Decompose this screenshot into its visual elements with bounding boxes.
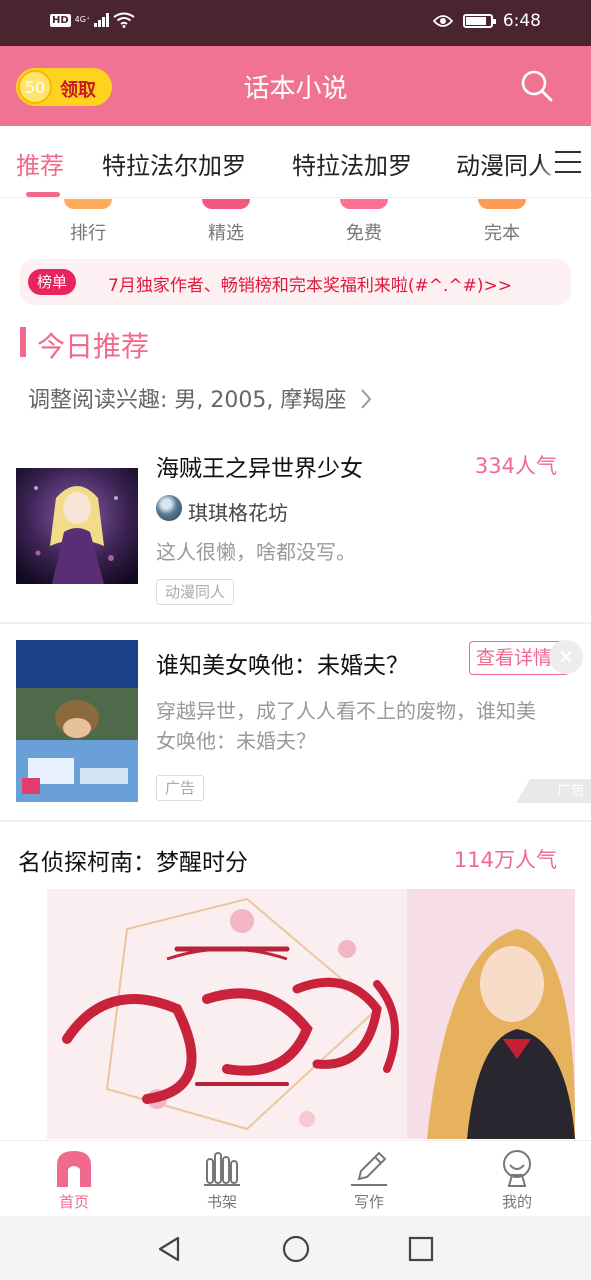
status-left: HD 4G⁺ (50, 12, 135, 28)
battery-icon (462, 14, 496, 28)
ad-description-line2: 女唤他：未婚夫？ (156, 729, 316, 753)
book-title: 海贼王之异世界少女 (156, 456, 363, 482)
system-navigation (0, 1216, 591, 1280)
category-ranking[interactable]: 排行 (38, 199, 138, 245)
tab-anime-fanfic[interactable]: 动漫同人 (456, 146, 552, 181)
nav-bookshelf[interactable]: 书架 (172, 1149, 272, 1212)
section-title: 今日推荐 (37, 330, 150, 363)
category-label: 排行 (70, 223, 106, 244)
tab-trafalgar[interactable]: 特拉法加罗 (292, 146, 412, 181)
nav-label: 写作 (353, 1193, 384, 1211)
book-description: 这人很懒，啥都没写。 (156, 540, 356, 564)
featured-book-popularity: 114万人气 (453, 848, 557, 872)
featured-book-title: 名侦探柯南：梦醒时分 (18, 850, 248, 876)
nav-label: 我的 (501, 1193, 532, 1211)
home-icon (57, 1151, 91, 1187)
category-label: 免费 (346, 223, 382, 244)
ad-corner-mark: 广告 (516, 779, 591, 803)
bookshelf-icon (204, 1152, 240, 1186)
hd-badge: HD (50, 13, 71, 27)
section-accent-bar (20, 327, 26, 357)
completed-icon (478, 199, 526, 209)
wifi-icon (113, 12, 135, 28)
divider (0, 622, 591, 624)
free-icon (340, 199, 388, 209)
app-title: 话本小说 (243, 74, 348, 104)
pencil-icon (351, 1151, 387, 1186)
active-tab-indicator (26, 192, 60, 197)
tab-trafalgar-law[interactable]: 特拉法尔加罗 (102, 146, 246, 181)
ad-description-line1: 穿越异世，成了人人看不上的废物，谁知美 (156, 699, 536, 723)
home-circle-icon[interactable] (282, 1235, 310, 1263)
ranking-notice[interactable]: 榜单 7月独家作者、畅销榜和完本奖福利来啦(#^.^#)>> (20, 259, 571, 305)
notice-badge: 榜单 (28, 269, 77, 295)
notice-text: 7月独家作者、畅销榜和完本奖福利来啦(#^.^#)>> (108, 276, 512, 296)
nav-label: 首页 (58, 1193, 89, 1211)
profile-icon (503, 1150, 531, 1187)
ad-title: 谁知美女唤他：未婚夫？ (156, 653, 409, 679)
book-cover (16, 468, 138, 584)
category-label: 精选 (208, 223, 244, 244)
ranking-icon (64, 199, 112, 209)
bottom-navigation: 首页 书架 写作 我的 (0, 1140, 591, 1216)
nav-home[interactable]: 首页 (24, 1149, 124, 1212)
author-name: 琪琪格花坊 (188, 501, 288, 525)
network-type: 4G⁺ (74, 15, 91, 24)
back-icon[interactable] (156, 1235, 182, 1263)
author-avatar (156, 495, 182, 521)
interest-text: 调整阅读兴趣: 男, 2005, 摩羯座 (28, 388, 347, 413)
book-popularity: 334人气 (474, 454, 557, 478)
ad-tag: 广告 (156, 775, 205, 801)
featured-icon (202, 199, 250, 209)
tab-recommend[interactable]: 推荐 (16, 146, 64, 181)
recents-icon[interactable] (408, 1236, 434, 1262)
nav-profile[interactable]: 我的 (467, 1149, 567, 1212)
category-label: 完本 (484, 223, 520, 244)
divider (0, 820, 591, 822)
category-completed[interactable]: 完本 (452, 199, 552, 245)
nav-write[interactable]: 写作 (319, 1149, 419, 1212)
genre-tag: 动漫同人 (156, 579, 235, 605)
nav-label: 书架 (206, 1193, 237, 1211)
quick-categories: 排行 精选 免费 完本 (0, 199, 591, 251)
eye-icon (432, 15, 453, 27)
signal-icon (94, 13, 110, 27)
search-icon[interactable] (519, 68, 555, 104)
tab-menu-icon[interactable] (541, 126, 591, 197)
status-right: 6:48 (432, 11, 541, 31)
app-header: 50 领取 话本小说 (0, 46, 591, 126)
ad-cover (16, 640, 138, 802)
category-tabs: 推荐 特拉法尔加罗 特拉法加罗 动漫同人 (0, 126, 591, 198)
chevron-right-icon (361, 389, 372, 409)
category-featured[interactable]: 精选 (176, 199, 276, 245)
close-icon[interactable]: ✕ (549, 640, 583, 674)
clock: 6:48 (502, 11, 541, 31)
status-bar: HD 4G⁺ 6:48 (0, 0, 591, 46)
adjust-interest-link[interactable]: 调整阅读兴趣: 男, 2005, 摩羯座 (28, 382, 373, 414)
featured-book-banner (47, 889, 575, 1139)
category-free[interactable]: 免费 (314, 199, 414, 245)
